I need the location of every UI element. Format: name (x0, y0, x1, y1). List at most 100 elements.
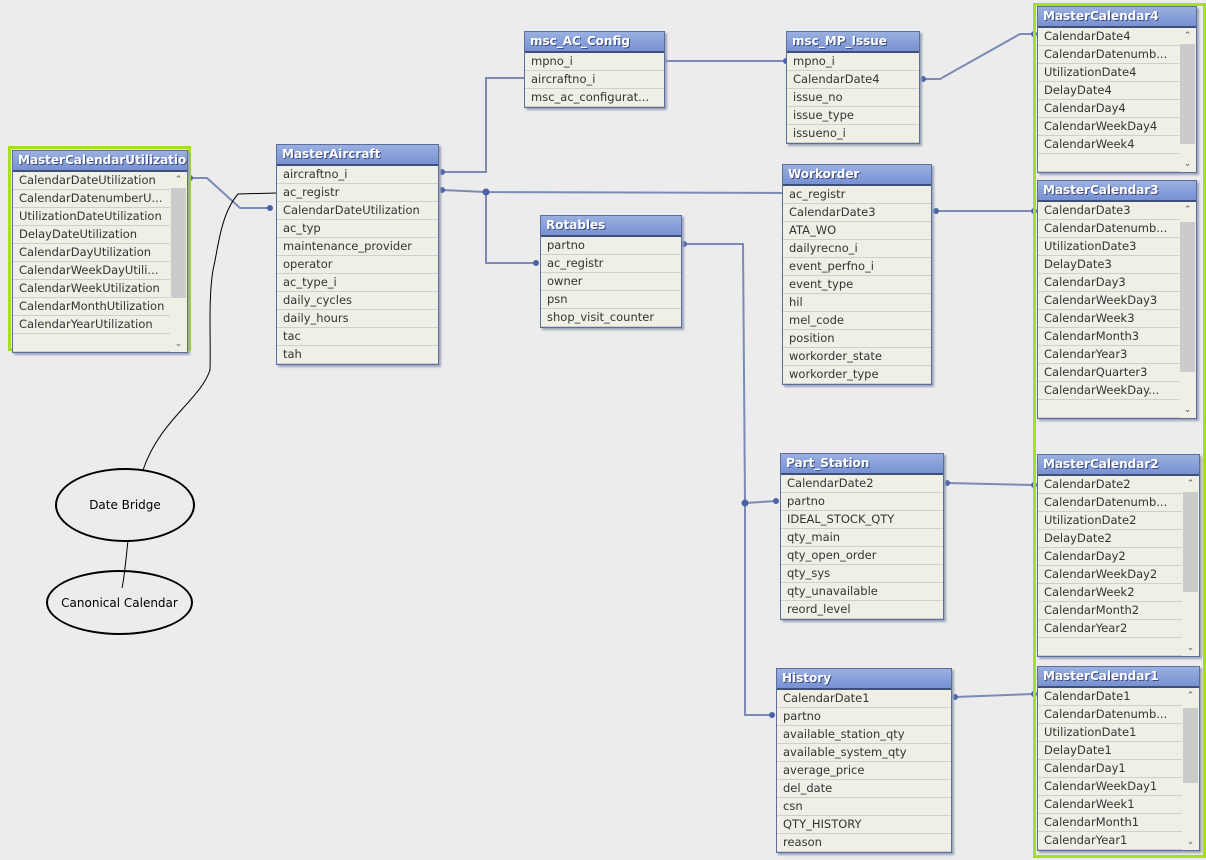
table-msc-mp-issue[interactable]: msc_MP_Issue mpno_i CalendarDate4 issue_no i… (786, 31, 920, 144)
field-row[interactable]: CalendarYearUtilization (13, 316, 170, 334)
table-msc-ac-config[interactable]: msc_AC_Config mpno_i aircraftno_i msc_ac_co… (524, 31, 665, 108)
field-row[interactable]: CalendarDate1 (1038, 688, 1182, 706)
field-row[interactable]: CalendarWeek3 (1038, 310, 1179, 328)
field-row[interactable]: operator (277, 256, 438, 274)
field-row[interactable]: DelayDateUtilization (13, 226, 170, 244)
field-row[interactable]: CalendarWeekUtilization (13, 280, 170, 298)
field-row[interactable] (1038, 400, 1179, 418)
field-row[interactable]: mel_code (783, 312, 931, 330)
table-workorder[interactable]: Workorder ac_registr CalendarDate3 ATA_WO da… (782, 164, 932, 385)
field-row[interactable]: CalendarDate2 (1038, 476, 1182, 494)
field-row[interactable] (1038, 154, 1179, 172)
field-row[interactable]: mpno_i (787, 53, 919, 71)
field-row[interactable]: CalendarWeekDay2 (1038, 566, 1182, 584)
field-row[interactable]: ac_registr (783, 186, 931, 204)
field-row[interactable]: CalendarDate2 (781, 475, 943, 493)
field-row[interactable]: msc_ac_configurat... (525, 89, 664, 107)
scroll-up-icon[interactable]: ⌃ (170, 172, 187, 188)
table-title[interactable]: msc_MP_Issue (787, 32, 919, 51)
field-row[interactable]: issue_no (787, 89, 919, 107)
field-row[interactable]: UtilizationDateUtilization (13, 208, 170, 226)
field-row[interactable]: CalendarDay3 (1038, 274, 1179, 292)
field-row[interactable]: owner (541, 273, 681, 291)
field-row[interactable]: IDEAL_STOCK_QTY (781, 511, 943, 529)
scroll-up-icon[interactable]: ⌃ (1182, 688, 1199, 704)
scrollbar[interactable]: ⌃ ⌄ (1179, 28, 1196, 172)
field-row[interactable]: position (783, 330, 931, 348)
field-row[interactable]: ac_typ (277, 220, 438, 238)
scroll-thumb[interactable] (171, 188, 186, 298)
table-mastercalendar2[interactable]: MasterCalendar2 CalendarDate2 CalendarDate… (1037, 454, 1200, 657)
field-row[interactable]: DelayDate2 (1038, 530, 1182, 548)
field-row[interactable]: CalendarDay2 (1038, 548, 1182, 566)
table-title[interactable]: Workorder (783, 165, 931, 184)
table-title[interactable]: MasterCalendar3 (1038, 181, 1196, 200)
field-row[interactable]: CalendarYear2 (1038, 620, 1182, 638)
field-row[interactable]: CalendarMonth2 (1038, 602, 1182, 620)
scroll-down-icon[interactable]: ⌄ (1182, 640, 1199, 656)
table-part-station[interactable]: Part_Station CalendarDate2 partno IDEAL_STO… (780, 453, 944, 620)
field-row[interactable]: CalendarDayUtilization (13, 244, 170, 262)
table-title[interactable]: Part_Station (781, 454, 943, 473)
field-row[interactable] (1038, 638, 1182, 656)
field-row[interactable]: workorder_state (783, 348, 931, 366)
field-row[interactable]: CalendarWeek1 (1038, 796, 1182, 814)
field-row[interactable]: partno (777, 708, 951, 726)
scroll-down-icon[interactable]: ⌄ (1179, 402, 1196, 418)
field-row[interactable]: tah (277, 346, 438, 364)
field-row[interactable]: daily_hours (277, 310, 438, 328)
field-row[interactable]: aircraftno_i (277, 166, 438, 184)
table-title[interactable]: MasterCalendar4 (1038, 7, 1196, 26)
scroll-thumb[interactable] (1180, 44, 1195, 144)
field-row[interactable]: ATA_WO (783, 222, 931, 240)
table-mastercalendar1[interactable]: MasterCalendar1 CalendarDate1 CalendarDate… (1037, 666, 1200, 851)
table-title[interactable]: MasterAircraft (277, 145, 438, 164)
field-row[interactable]: CalendarDateUtilization (13, 172, 170, 190)
field-row[interactable]: del_date (777, 780, 951, 798)
field-row[interactable]: CalendarYear1 (1038, 832, 1182, 850)
table-title[interactable]: MasterCalendar2 (1038, 455, 1199, 474)
table-mastercalendarutilization[interactable]: MasterCalendarUtilization CalendarDateUti… (12, 150, 188, 353)
field-row[interactable]: available_station_qty (777, 726, 951, 744)
field-row[interactable]: qty_sys (781, 565, 943, 583)
table-title[interactable]: MasterCalendarUtilization (13, 151, 187, 170)
field-row[interactable]: QTY_HISTORY (777, 816, 951, 834)
field-row[interactable]: CalendarDatenumb... (1038, 494, 1182, 512)
field-row[interactable]: aircraftno_i (525, 71, 664, 89)
field-row[interactable]: shop_visit_counter (541, 309, 681, 327)
table-mastercalendar4[interactable]: MasterCalendar4 CalendarDate4 CalendarDate… (1037, 6, 1197, 173)
table-title[interactable]: MasterCalendar1 (1038, 667, 1199, 686)
scroll-thumb[interactable] (1183, 708, 1198, 783)
field-row[interactable]: mpno_i (525, 53, 664, 71)
table-masteraircraft[interactable]: MasterAircraft aircraftno_i ac_registr Cale… (276, 144, 439, 365)
table-title[interactable]: Rotables (541, 216, 681, 235)
field-row[interactable]: CalendarWeekDay... (1038, 382, 1179, 400)
table-rotables[interactable]: Rotables partno ac_registr owner psn shop_vis… (540, 215, 682, 328)
field-row[interactable]: ac_registr (277, 184, 438, 202)
field-row[interactable]: daily_cycles (277, 292, 438, 310)
field-row[interactable]: ac_registr (541, 255, 681, 273)
field-row[interactable]: available_system_qty (777, 744, 951, 762)
scrollbar[interactable]: ⌃ ⌄ (1182, 476, 1199, 656)
field-row[interactable]: CalendarQuarter3 (1038, 364, 1179, 382)
field-row[interactable]: tac (277, 328, 438, 346)
field-row[interactable]: event_type (783, 276, 931, 294)
field-row[interactable]: CalendarDay4 (1038, 100, 1179, 118)
field-row[interactable]: CalendarDate1 (777, 690, 951, 708)
field-row[interactable]: CalendarWeek2 (1038, 584, 1182, 602)
field-row[interactable]: reord_level (781, 601, 943, 619)
field-row[interactable]: UtilizationDate1 (1038, 724, 1182, 742)
field-row[interactable]: CalendarDatenumb... (1038, 46, 1179, 64)
field-row[interactable]: CalendarWeekDay4 (1038, 118, 1179, 136)
field-row[interactable]: hil (783, 294, 931, 312)
field-row[interactable]: csn (777, 798, 951, 816)
field-row[interactable]: CalendarWeekDayUtili... (13, 262, 170, 280)
scrollbar[interactable]: ⌃ ⌄ (170, 172, 187, 352)
field-row[interactable]: issue_type (787, 107, 919, 125)
field-row[interactable]: DelayDate3 (1038, 256, 1179, 274)
field-row[interactable]: issueno_i (787, 125, 919, 143)
table-mastercalendar3[interactable]: MasterCalendar3 CalendarDate3 CalendarDate… (1037, 180, 1197, 419)
field-row[interactable]: partno (541, 237, 681, 255)
field-row[interactable]: average_price (777, 762, 951, 780)
field-row[interactable]: CalendarWeekDay1 (1038, 778, 1182, 796)
